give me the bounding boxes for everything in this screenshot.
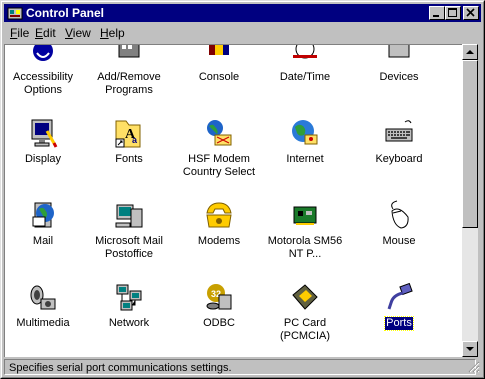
item-internet[interactable]: Internet bbox=[263, 117, 347, 166]
internet-icon bbox=[292, 120, 318, 145]
item-label: Accessibility Options bbox=[13, 71, 73, 96]
arrow-up-icon bbox=[466, 50, 474, 54]
item-label: Ports bbox=[384, 316, 414, 331]
minimize-button[interactable] bbox=[429, 6, 445, 20]
item-label: Devices bbox=[379, 71, 419, 83]
scroll-up-button[interactable] bbox=[462, 44, 478, 60]
item-multimedia[interactable]: Multimedia bbox=[5, 281, 85, 330]
vertical-scrollbar[interactable] bbox=[462, 44, 478, 357]
icon-view[interactable]: Accessibility Options Add/Remove Program… bbox=[4, 44, 463, 357]
odbc-icon: 32 bbox=[206, 284, 232, 310]
status-text: Specifies serial port communications set… bbox=[4, 359, 476, 375]
item-label: Console bbox=[198, 71, 240, 83]
item-label: Add/Remove Programs bbox=[97, 71, 161, 96]
motorola-card-icon bbox=[293, 206, 317, 225]
item-console[interactable]: Console bbox=[177, 45, 261, 84]
status-bar: Specifies serial port communications set… bbox=[4, 359, 481, 377]
network-icon bbox=[116, 284, 142, 311]
item-label: Internet bbox=[286, 153, 324, 165]
menu-view-accel: V bbox=[65, 26, 73, 40]
close-button[interactable] bbox=[463, 6, 479, 20]
menu-edit-rest: dit bbox=[43, 26, 56, 40]
window-title: Control Panel bbox=[26, 6, 105, 20]
multimedia-icon bbox=[30, 285, 56, 310]
item-label: Multimedia bbox=[16, 317, 70, 329]
item-date-time[interactable]: Date/Time bbox=[263, 45, 347, 84]
item-motorola-sm56[interactable]: Motorola SM56 NT P... bbox=[263, 199, 347, 261]
accessibility-icon bbox=[33, 45, 53, 61]
date-time-icon bbox=[293, 45, 317, 59]
item-label: ODBC bbox=[203, 317, 235, 329]
arrow-down-icon bbox=[466, 347, 474, 351]
maximize-icon bbox=[448, 8, 457, 17]
item-label: Date/Time bbox=[279, 71, 331, 83]
mail-icon bbox=[32, 202, 54, 228]
menu-file-rest: ile bbox=[17, 26, 30, 40]
menu-view-rest: iew bbox=[72, 26, 91, 40]
item-label: Network bbox=[108, 317, 150, 329]
title-bar[interactable]: Control Panel bbox=[4, 4, 481, 22]
item-microsoft-mail-postoffice[interactable]: Microsoft Mail Postoffice bbox=[87, 199, 171, 261]
item-pc-card-pcmcia[interactable]: PC Card (PCMCIA) bbox=[263, 281, 347, 343]
item-label: PC Card (PCMCIA) bbox=[279, 317, 331, 342]
minimize-icon bbox=[433, 15, 439, 17]
add-remove-programs-icon bbox=[118, 45, 140, 58]
menu-view[interactable]: View bbox=[65, 26, 91, 40]
keyboard-icon bbox=[385, 120, 413, 142]
item-devices[interactable]: Devices bbox=[357, 45, 441, 84]
item-ports[interactable]: Ports bbox=[357, 281, 441, 331]
devices-icon bbox=[388, 45, 410, 58]
maximize-button[interactable] bbox=[445, 6, 461, 20]
item-add-remove-programs[interactable]: Add/Remove Programs bbox=[87, 45, 171, 97]
console-icon bbox=[209, 45, 229, 55]
item-label: Microsoft Mail Postoffice bbox=[95, 235, 163, 260]
item-mail[interactable]: Mail bbox=[5, 199, 85, 248]
item-network[interactable]: Network bbox=[87, 281, 171, 330]
item-modems[interactable]: Modems bbox=[177, 199, 261, 248]
close-icon bbox=[466, 8, 475, 17]
item-label: Keyboard bbox=[375, 153, 423, 165]
control-panel-icon bbox=[7, 7, 23, 20]
pc-card-icon bbox=[292, 284, 318, 310]
menu-help-accel: H bbox=[100, 26, 109, 40]
menu-help[interactable]: Help bbox=[100, 26, 125, 40]
menu-help-rest: elp bbox=[108, 26, 125, 40]
item-keyboard[interactable]: Keyboard bbox=[357, 117, 441, 166]
item-fonts[interactable]: A a Fonts bbox=[87, 117, 171, 166]
item-accessibility-options[interactable]: Accessibility Options bbox=[5, 45, 85, 97]
item-label: HSF Modem Country Select bbox=[182, 153, 256, 178]
item-label: Motorola SM56 NT P... bbox=[267, 235, 343, 260]
item-display[interactable]: Display bbox=[5, 117, 85, 166]
scroll-down-button[interactable] bbox=[462, 341, 478, 357]
item-label: Mouse bbox=[382, 235, 416, 247]
modems-icon bbox=[206, 202, 232, 228]
resize-grip-icon[interactable] bbox=[468, 361, 480, 373]
item-label: Mail bbox=[32, 235, 54, 247]
modem-country-icon bbox=[207, 120, 232, 146]
scroll-thumb[interactable] bbox=[462, 60, 478, 228]
postoffice-icon bbox=[115, 204, 143, 228]
item-mouse[interactable]: Mouse bbox=[357, 199, 441, 248]
menu-edit[interactable]: Edit bbox=[35, 26, 56, 40]
item-label: Modems bbox=[197, 235, 241, 247]
control-panel-window: Control Panel File Edit View Help Access… bbox=[0, 0, 485, 379]
ports-icon bbox=[387, 282, 413, 310]
display-icon bbox=[31, 119, 58, 148]
fonts-icon: A a bbox=[115, 120, 141, 148]
item-hsf-modem-country-select[interactable]: HSF Modem Country Select bbox=[177, 117, 261, 179]
mouse-icon bbox=[391, 200, 409, 229]
item-label: Fonts bbox=[115, 153, 143, 165]
item-label: Display bbox=[24, 153, 62, 165]
menu-bar: File Edit View Help bbox=[4, 24, 481, 42]
menu-file[interactable]: File bbox=[10, 26, 29, 40]
item-odbc[interactable]: 32 ODBC bbox=[177, 281, 261, 330]
menu-edit-accel: E bbox=[35, 26, 44, 40]
